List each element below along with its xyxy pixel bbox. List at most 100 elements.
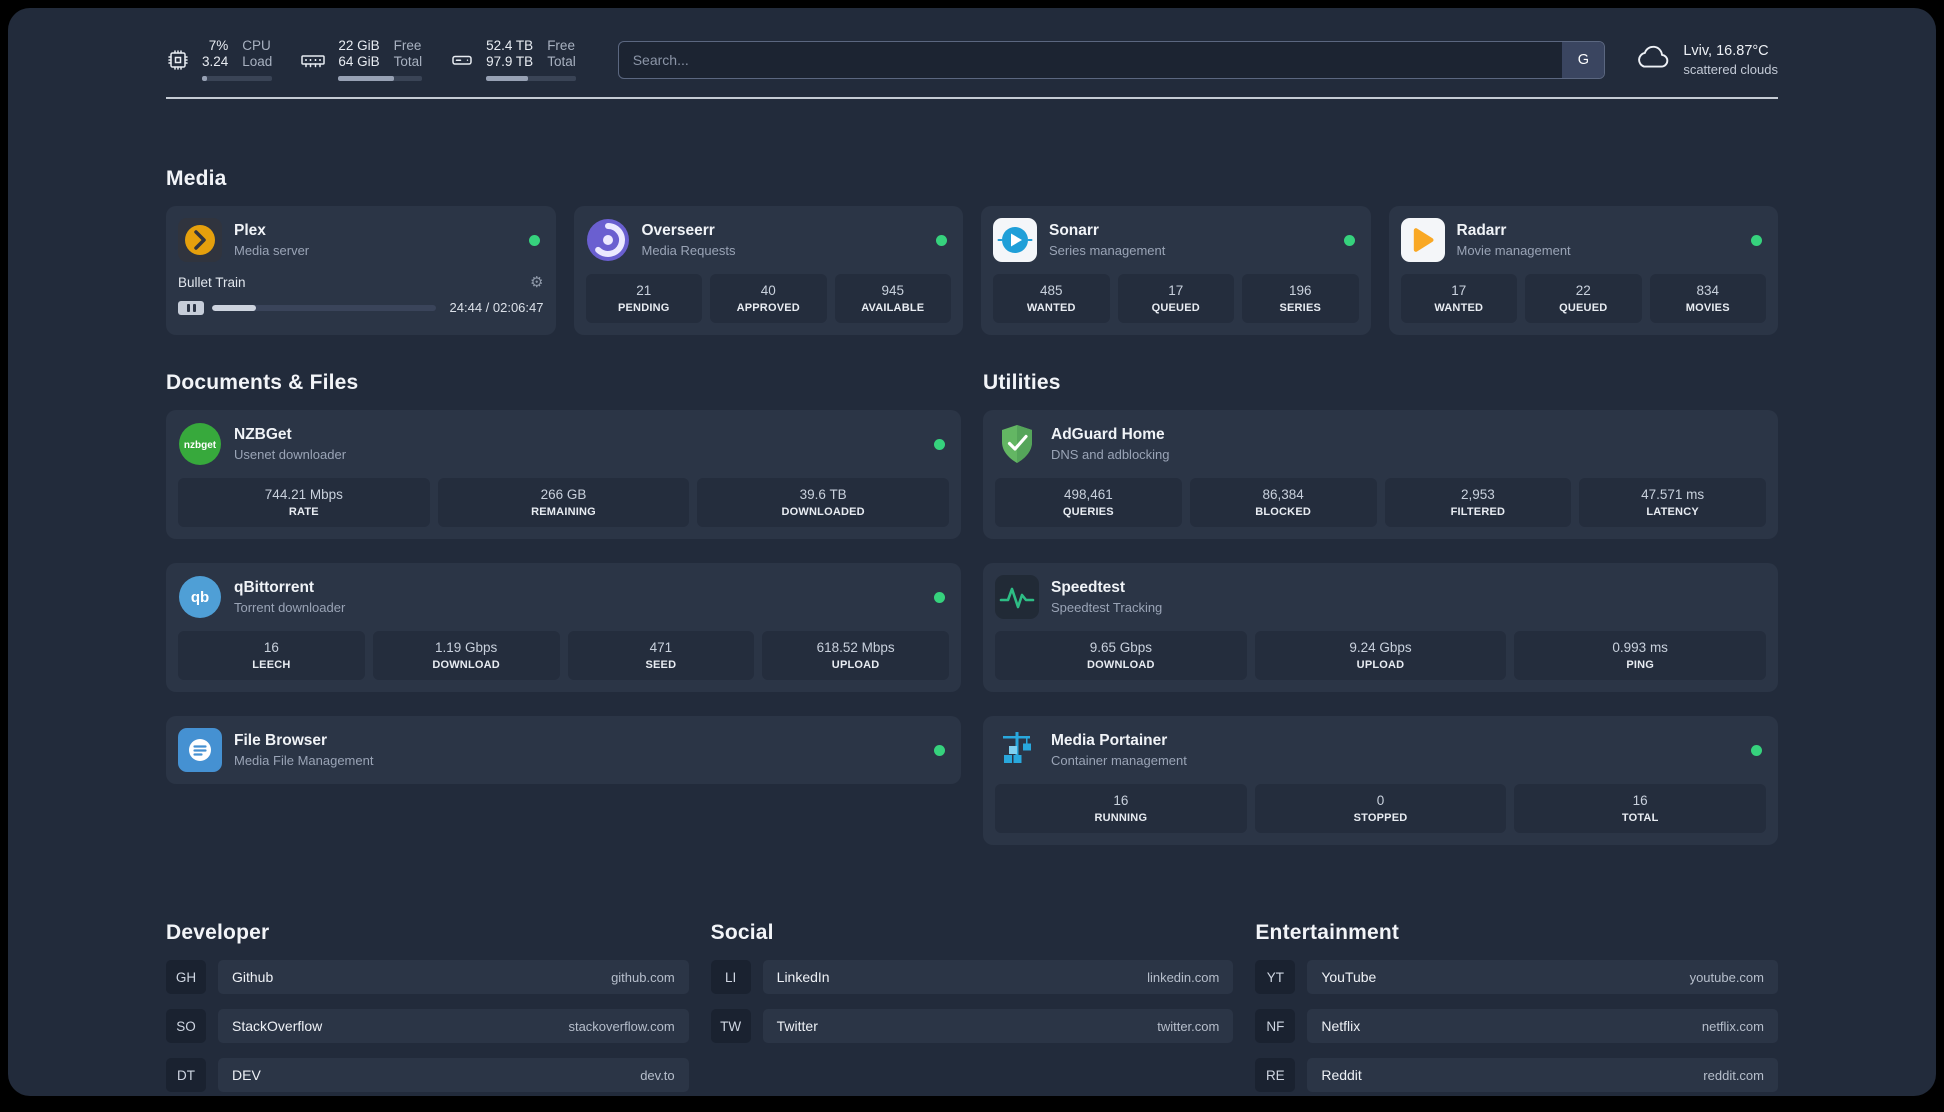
svg-text:qb: qb [191,589,209,606]
service-card-nzbget[interactable]: nzbget NZBGet Usenet downloader 744.21 M… [166,410,961,539]
service-subtitle: DNS and adblocking [1051,447,1170,462]
service-card-plex[interactable]: Plex Media server Bullet Train ⚙ 24:44 /… [166,206,556,335]
stat-upload: 9.24 Gbps UPLOAD [1254,631,1507,680]
ram-metric: 22 GiB Free 64 GiB Total [300,38,423,81]
link-tag[interactable]: TW [710,1009,751,1043]
disk-free-label: Free [547,38,575,53]
link-tag[interactable]: DT [166,1058,206,1092]
stat-movies: 834 MOVIES [1649,274,1766,323]
link-row-linkedin: LI LinkedIn linkedin.com [710,960,1234,994]
now-playing-title: Bullet Train [178,275,246,290]
stat-blocked: 86,384 BLOCKED [1189,478,1377,527]
link-netflix[interactable]: Netflix netflix.com [1307,1009,1778,1043]
stat-ping: 0.993 ms PING [1514,631,1767,680]
service-title: NZBGet [234,426,292,443]
pause-button[interactable] [178,300,204,315]
service-card-filebrowser[interactable]: File Browser Media File Management [166,716,961,784]
service-card-adguard[interactable]: AdGuard Home DNS and adblocking 498,461 Q… [983,410,1778,539]
nzbget-icon: nzbget [178,422,222,466]
link-row-netflix: NF Netflix netflix.com [1255,1009,1778,1043]
weather-location: Lviv, 16.87°C [1683,42,1769,59]
link-tag[interactable]: LI [710,960,751,994]
ram-free-label: Free [393,38,422,53]
stat-running: 16 RUNNING [995,784,1247,833]
adguard-icon [995,422,1039,466]
section-title-documents: Documents & Files [166,371,359,394]
service-subtitle: Speedtest Tracking [1051,600,1163,615]
section-social: Social LI LinkedIn linkedin.com TW Twitt… [710,921,1234,1096]
stat-queued: 22 QUEUED [1525,274,1642,323]
cpu-load-value: 3.24 [202,54,229,69]
link-twitter[interactable]: Twitter twitter.com [762,1009,1234,1043]
stat-series: 196 SERIES [1242,274,1359,323]
link-row-stackoverflow: SO StackOverflow stackoverflow.com [166,1009,689,1043]
section-utilities: Utilities AdGuard Home DNS and adblockin… [983,371,1778,845]
search-input[interactable] [617,40,1606,79]
service-subtitle: Container management [1051,753,1187,768]
topbar: 7% CPU 3.24 Load 22 GiB Free 64 GiB Tota… [166,38,1778,81]
gear-icon[interactable]: ⚙ [530,275,543,290]
sonarr-icon [993,218,1037,262]
status-dot [936,234,947,246]
stat-latency: 47.571 ms LATENCY [1579,478,1766,527]
link-linkedin[interactable]: LinkedIn linkedin.com [762,960,1234,994]
stat-upload: 618.52 Mbps UPLOAD [762,631,949,680]
section-entertainment: Entertainment YT YouTube youtube.com NF … [1255,921,1778,1096]
weather-condition: scattered clouds [1683,61,1778,77]
disk-icon [450,48,474,72]
playback-progress-bar[interactable] [212,304,436,311]
playback-time: 24:44 / 02:06:47 [449,300,544,315]
link-tag[interactable]: SO [166,1009,206,1043]
cpu-progress-fill [202,76,207,81]
link-youtube[interactable]: YouTube youtube.com [1307,960,1778,994]
link-tag[interactable]: RE [1255,1058,1296,1092]
link-row-dev: DT DEV dev.to [166,1058,689,1092]
dashboard: 7% CPU 3.24 Load 22 GiB Free 64 GiB Tota… [8,8,1936,1096]
status-dot [1751,744,1762,756]
service-card-speedtest[interactable]: Speedtest Speedtest Tracking 9.65 Gbps DO… [983,563,1778,692]
stat-leech: 16 LEECH [178,631,365,680]
link-github[interactable]: Github github.com [218,960,689,994]
service-subtitle: Media server [234,243,310,258]
service-card-qbittorrent[interactable]: qb qBittorrent Torrent downloader 16 LEEC… [166,563,961,692]
service-card-sonarr[interactable]: Sonarr Series management 485 WANTED 17 QUE… [981,206,1371,335]
status-dot [934,438,945,450]
link-dev[interactable]: DEV dev.to [218,1058,689,1092]
speedtest-icon [995,575,1039,619]
link-stackoverflow[interactable]: StackOverflow stackoverflow.com [218,1009,689,1043]
status-dot [1343,234,1355,246]
cpu-icon [166,48,190,72]
section-developer: Developer GH Github github.com SO StackO… [166,921,689,1096]
section-documents: Documents & Files nzbget NZBGet Usenet d… [166,371,961,784]
status-dot [528,234,540,246]
service-title: Radarr [1456,222,1507,239]
qbittorrent-icon: qb [178,575,222,619]
search-engine-button[interactable]: G [1562,41,1605,78]
service-title: qBittorrent [234,579,315,596]
stat-rate: 744.21 Mbps RATE [178,478,430,527]
link-row-reddit: RE Reddit reddit.com [1255,1058,1778,1092]
link-tag[interactable]: NF [1255,1009,1296,1043]
stat-download: 9.65 Gbps DOWNLOAD [995,631,1247,680]
stat-wanted: 17 WANTED [1400,274,1517,323]
service-card-overseerr[interactable]: Overseerr Media Requests 21 PENDING 40 APP… [573,206,963,335]
stat-queries: 498,461 QUERIES [995,478,1182,527]
link-tag[interactable]: GH [166,960,206,994]
service-card-radarr[interactable]: Radarr Movie management 17 WANTED 22 QUEUE… [1388,206,1778,335]
service-subtitle: Media Requests [641,243,736,258]
disk-progress-fill [486,76,529,81]
service-title: Speedtest [1051,579,1126,596]
stat-pending: 21 PENDING [585,274,702,323]
link-tag[interactable]: YT [1255,960,1296,994]
cpu-metric: 7% CPU 3.24 Load [166,38,273,81]
stat-seed: 471 SEED [567,631,755,680]
link-reddit[interactable]: Reddit reddit.com [1307,1058,1778,1092]
status-dot [934,591,945,603]
status-dot [934,744,945,756]
topbar-divider [166,97,1778,99]
ram-progress-bar [338,76,423,81]
stat-wanted: 485 WANTED [993,274,1110,323]
service-title: AdGuard Home [1051,426,1165,443]
service-card-portainer[interactable]: Media Portainer Container management 16 R… [983,716,1778,845]
service-subtitle: Usenet downloader [234,447,347,462]
